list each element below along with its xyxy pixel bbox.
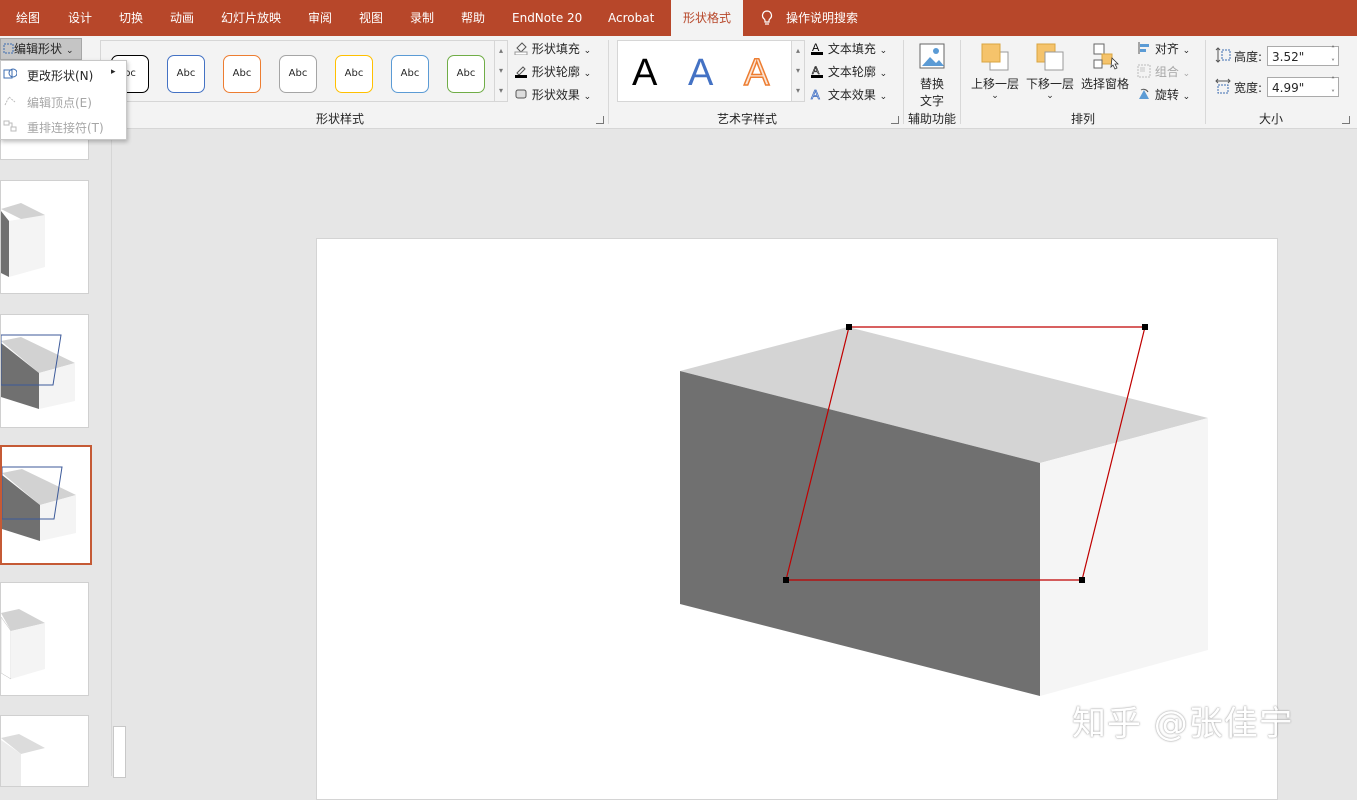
watermark: 知乎 @张佳宁 [1072,704,1294,744]
vertex-handle[interactable] [783,577,789,583]
slide-shapes-layer [680,324,1208,696]
vertex-handle[interactable] [1142,324,1148,330]
box-side-face[interactable] [1040,418,1208,696]
vertex-handle[interactable] [846,324,852,330]
vertex-handle[interactable] [1079,577,1085,583]
